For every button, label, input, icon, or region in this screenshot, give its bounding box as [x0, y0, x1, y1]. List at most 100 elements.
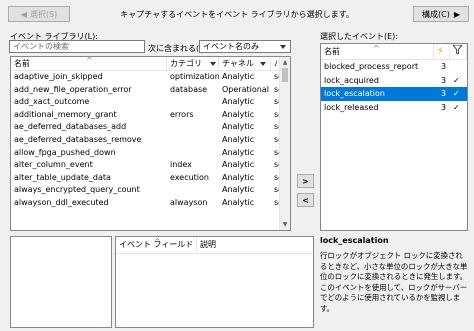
cell-channel: Analytic — [222, 109, 255, 119]
remove-event-label: < — [302, 195, 309, 205]
selected-grid-header: 名前 ^ ⚡ — [321, 44, 467, 60]
col-channel-header[interactable]: チャネル — [219, 57, 271, 70]
cell-name: lock_released — [324, 102, 379, 112]
cell-category — [167, 134, 219, 147]
table-row[interactable]: lock_released 3 ✓ — [321, 101, 467, 115]
cell-category: errors — [170, 109, 194, 119]
cell-name: always_encrypted_query_count — [14, 185, 140, 195]
checkmark-icon: ✓ — [453, 75, 460, 85]
library-rows: adaptive_join_skipped optimization Analyti… — [11, 71, 280, 210]
checkmark-icon — [450, 60, 467, 74]
col-selected-name-label: 名前 — [324, 47, 340, 56]
col-action-header[interactable]: ⚡ — [434, 44, 450, 59]
cell-count: 3 — [440, 75, 447, 85]
col-category-header[interactable]: カテゴリ — [167, 57, 219, 70]
col-selected-name-header[interactable]: 名前 ^ — [321, 44, 434, 59]
cell-name: blocked_process_report — [324, 62, 419, 71]
library-vertical-scrollbar[interactable]: ▲ ▼ — [279, 57, 290, 230]
search-placeholder: イベントの検索 — [13, 42, 69, 51]
cell-channel: Operational — [222, 84, 269, 94]
table-row[interactable]: add_new_file_operation_error database Oper… — [11, 84, 280, 97]
contains-label: 次に含まれる(I) — [148, 44, 205, 53]
col-category-label: カテゴリ — [170, 59, 202, 68]
cell-channel: Analytic — [222, 160, 255, 170]
table-row[interactable]: additional_memory_granterrorsAnalyticse — [11, 109, 280, 122]
config-button[interactable]: 構成(C) ▶ — [413, 6, 469, 22]
cell-category: index — [170, 160, 192, 170]
filter-dropdown-icon[interactable] — [210, 61, 216, 66]
description-title: lock_escalation — [320, 236, 389, 245]
forward-arrow-icon: ▶ — [453, 9, 460, 19]
cell-count: 3 — [440, 102, 447, 112]
cell-channel: Analytic — [222, 147, 255, 157]
table-row[interactable]: ae_deferred_databases_addAnalyticse — [11, 121, 280, 134]
cell-name: ae_deferred_databases_remove — [14, 134, 142, 144]
config-label: 構成(C) — [422, 9, 450, 19]
fields-grid-header: イベント フィールド ^ 説明 — [116, 237, 313, 254]
filter-dropdown-icon[interactable] — [259, 61, 266, 66]
event-fields-grid[interactable]: イベント フィールド ^ 説明 — [115, 236, 314, 328]
cell-channel: Analytic — [222, 197, 255, 207]
table-row[interactable]: ae_deferred_databases_removeAnalyticse — [11, 134, 280, 147]
description-text: 行ロックがオブジェクト ロックに変換されるときなど、小さな単位のロックが大きな単… — [320, 251, 468, 313]
table-row[interactable]: always_encrypted_query_countAnalyticse — [11, 184, 280, 197]
dropdown-arrow-icon — [280, 45, 286, 49]
cell-count: 3 — [440, 62, 447, 71]
scroll-up-icon[interactable]: ▲ — [280, 57, 290, 68]
remove-event-button[interactable]: < — [297, 193, 314, 207]
table-row[interactable]: allow_fpga_pushed_downAnalyticse — [11, 147, 280, 160]
cell-name: additional_memory_grant — [14, 109, 117, 119]
cell-channel: Analytic — [222, 172, 255, 182]
add-event-label: > — [302, 176, 309, 186]
cell-category — [167, 96, 219, 109]
cell-name: lock_escalation — [324, 89, 385, 98]
event-search-input[interactable]: イベントの検索 — [9, 40, 145, 53]
col-name-label: 名前 — [14, 59, 30, 68]
cell-name: add_new_file_operation_error — [14, 84, 132, 94]
col-name-header[interactable]: 名前 ^ — [11, 57, 167, 70]
add-event-button[interactable]: > — [297, 174, 314, 188]
selected-events-label: 選択したイベント(E): — [320, 32, 398, 41]
cell-category: execution — [170, 172, 209, 182]
event-library-grid[interactable]: 名前 ^ カテゴリ チャネル パ adaptive_join_skipped op… — [10, 56, 291, 231]
cell-channel: Analytic — [222, 97, 255, 107]
table-row-selected[interactable]: lock_escalation 3 ✓ — [321, 87, 467, 101]
cell-channel: Analytic — [222, 122, 255, 132]
table-row[interactable]: alwayson_ddl_executedalwaysonAnalyticse — [11, 197, 280, 210]
scroll-thumb[interactable] — [282, 68, 288, 82]
cell-category — [167, 121, 219, 134]
scroll-down-icon[interactable]: ▼ — [280, 219, 290, 230]
cell-category: alwayson — [170, 197, 208, 207]
col-description-label: 説明 — [200, 240, 216, 249]
cell-category: database — [170, 84, 208, 94]
col-field-header[interactable]: イベント フィールド ^ — [116, 237, 197, 253]
col-filter-header[interactable] — [450, 44, 467, 59]
cell-channel: Analytic — [222, 185, 255, 195]
cell-name: allow_fpga_pushed_down — [14, 147, 116, 157]
sort-ascending-icon: ^ — [373, 44, 380, 53]
cell-channel: Analytic — [222, 134, 255, 144]
cell-count: 3 — [440, 89, 447, 98]
table-row[interactable]: add_xact_outcomeAnalyticse — [11, 96, 280, 109]
table-row[interactable]: alter_column_eventindexAnalyticse — [11, 159, 280, 172]
table-row[interactable]: alter_table_update_data execution Analytic… — [11, 172, 280, 185]
sort-ascending-icon: ^ — [154, 237, 161, 246]
cell-name: ae_deferred_databases_add — [14, 122, 127, 132]
cell-name: alter_column_event — [14, 160, 93, 170]
cell-category: optimization — [170, 72, 219, 81]
filter-dropdown[interactable]: イベント名のみ — [199, 40, 291, 53]
table-row[interactable]: adaptive_join_skipped optimization Analyti… — [11, 71, 280, 84]
col-description-header[interactable]: 説明 — [197, 237, 313, 253]
selected-events-grid[interactable]: 名前 ^ ⚡ blocked_process_report 3 lock_acqu… — [320, 43, 468, 231]
cell-name: alwayson_ddl_executed — [14, 197, 109, 207]
table-row[interactable]: lock_acquired 3 ✓ — [321, 74, 467, 88]
event-description-panel: lock_escalation 行ロックがオブジェクト ロックに変換されるときな… — [320, 236, 468, 328]
filter-funnel-icon — [452, 44, 463, 55]
cell-category — [167, 184, 219, 197]
cell-name: lock_acquired — [324, 75, 379, 85]
cell-channel: Analytic — [222, 72, 255, 81]
event-preview-pane — [10, 236, 112, 328]
cell-name: adaptive_join_skipped — [14, 72, 103, 81]
table-row[interactable]: blocked_process_report 3 — [321, 60, 467, 74]
lightning-icon: ⚡ — [437, 46, 445, 57]
